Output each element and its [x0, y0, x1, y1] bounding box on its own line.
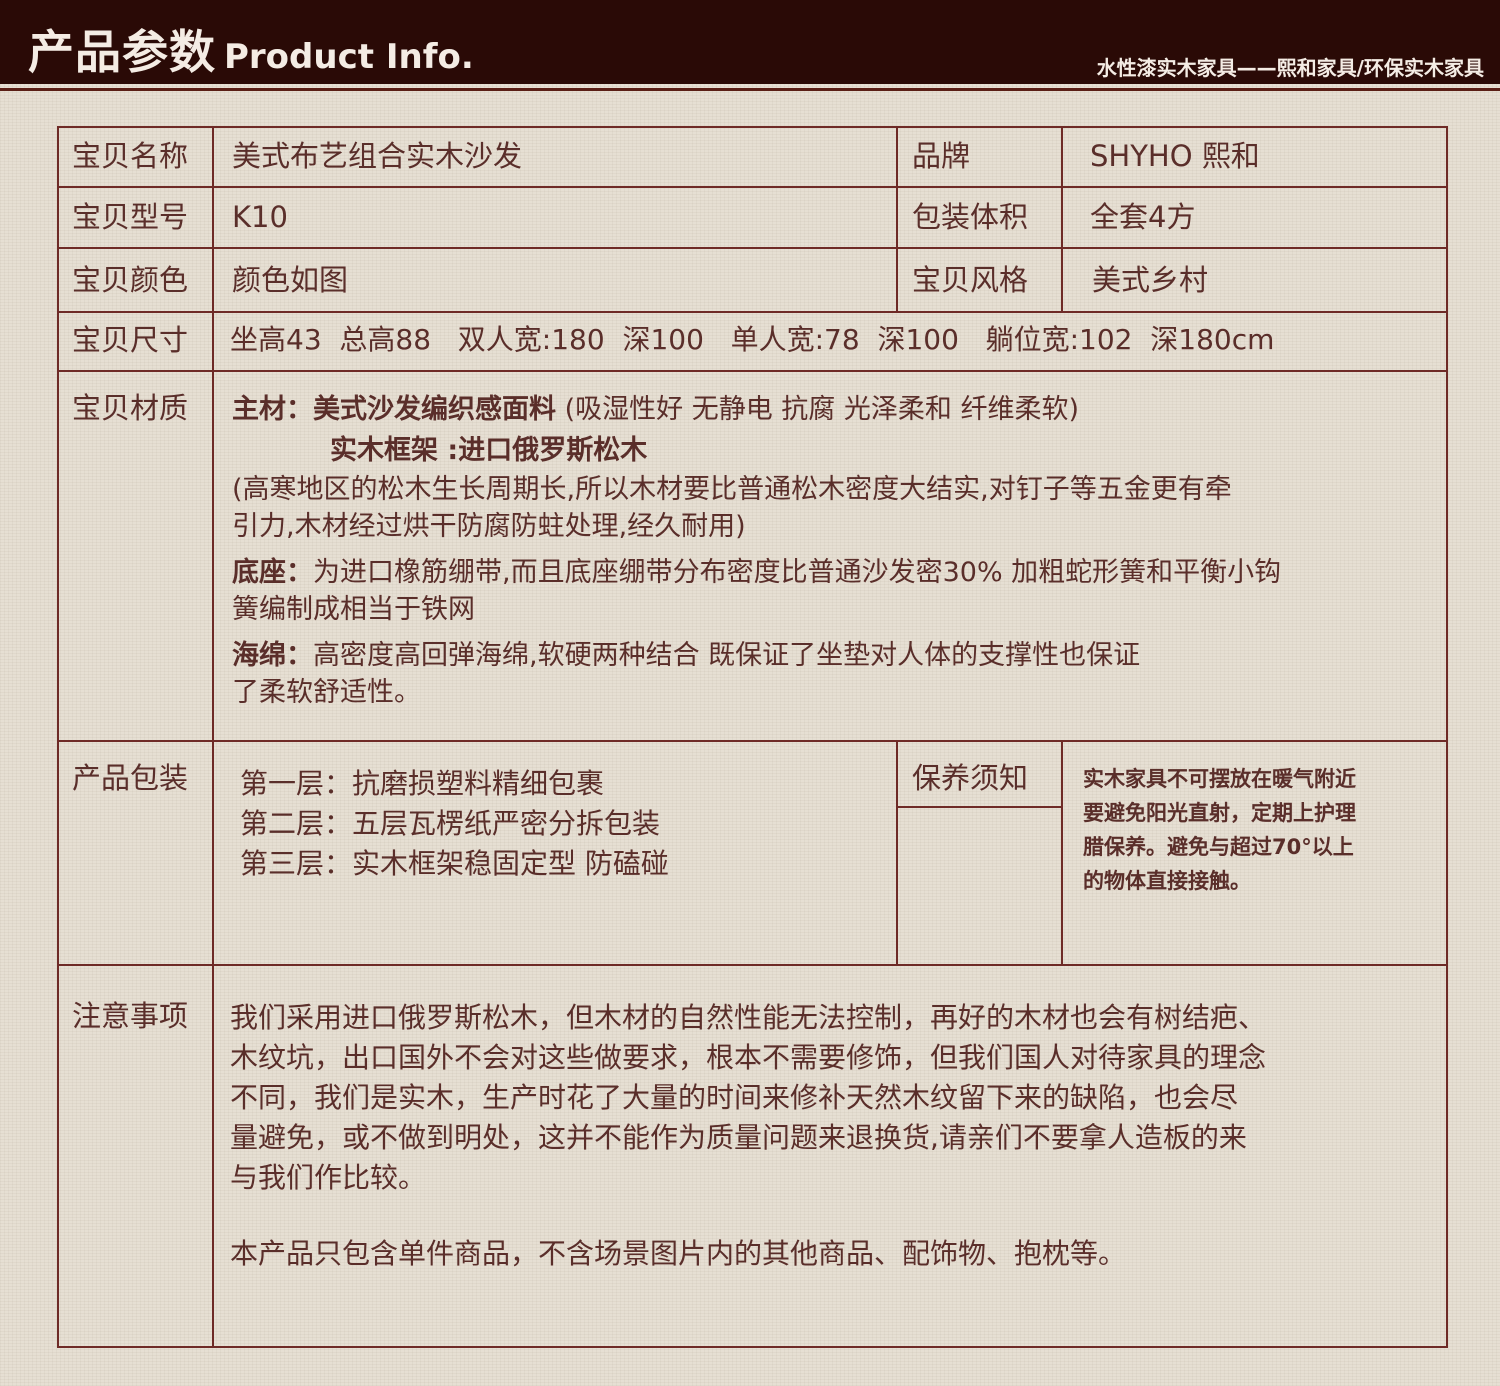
material-frame-desc-1: (高寒地区的松木生长周期长,所以木材要比普通松木密度大结实,对钉子等五金更有牵: [232, 474, 1232, 505]
care-line-1: 实木家具不可摆放在暖气附近: [1083, 767, 1356, 791]
material-sponge-title: 海绵：: [232, 640, 313, 671]
table-border: [57, 186, 1448, 188]
notice-line-2: 木纹坑，出口国外不会对这些做要求，根本不需要修饰，但我们国人对待家具的理念: [230, 1041, 1267, 1074]
material-detail: 主材：美式沙发编织感面料 (吸湿性好 无静电 抗腐 光泽柔和 纤维柔软) 实木框…: [232, 391, 1432, 711]
color-value: 颜色如图: [232, 263, 349, 297]
material-frame-desc-2: 引力,木材经过烘干防腐防蛀处理,经久耐用): [232, 511, 746, 542]
model-value: K10: [232, 200, 288, 234]
volume-value: 全套4方: [1090, 200, 1196, 234]
material-frame-title: 实木框架 :进口俄罗斯松木: [330, 435, 648, 466]
table-border: [1061, 740, 1063, 966]
size-label: 宝贝尺寸: [72, 323, 189, 357]
brand-value: SHYHO 熙和: [1090, 139, 1260, 173]
material-sponge-desc-2: 了柔软舒适性。: [232, 677, 421, 708]
table-border: [57, 370, 1448, 372]
style-value: 美式乡村: [1092, 263, 1209, 297]
style-label: 宝贝风格: [912, 263, 1029, 297]
package-line-2: 第二层：五层瓦楞纸严密分拆包装: [240, 807, 661, 840]
model-label: 宝贝型号: [72, 200, 189, 234]
table-border: [57, 126, 59, 1348]
table-border: [896, 126, 898, 312]
material-base-desc-1: 为进口橡筋绷带,而且底座绷带分布密度比普通沙发密30% 加粗蛇形簧和平衡小钩: [313, 557, 1282, 588]
package-line-1: 第一层：抗磨损塑料精细包裹: [240, 767, 605, 800]
care-line-3: 腊保养。避免与超过70°以上: [1083, 835, 1354, 859]
package-line-3: 第三层：实木框架稳固定型 防磕碰: [240, 847, 669, 880]
table-border: [897, 806, 1061, 808]
brand-label: 品牌: [912, 139, 971, 173]
table-border: [57, 311, 1448, 313]
table-border: [896, 740, 898, 966]
table-border: [57, 126, 1448, 128]
package-list: 第一层：抗磨损塑料精细包裹 第二层：五层瓦楞纸严密分拆包装 第三层：实木框架稳固…: [240, 764, 669, 884]
notice-line-1: 我们采用进口俄罗斯松木，但木材的自然性能无法控制，再好的木材也会有树结疤、: [230, 1001, 1267, 1034]
care-label: 保养须知: [912, 761, 1029, 795]
color-label: 宝贝颜色: [72, 263, 189, 297]
notice-line-5: 与我们作比较。: [230, 1161, 427, 1194]
material-base-title: 底座：: [232, 557, 313, 588]
name-value: 美式布艺组合实木沙发: [232, 139, 523, 173]
care-line-4: 的物体直接接触。: [1083, 869, 1251, 893]
notice-line-4: 量避免，或不做到明处，这并不能作为质量问题来退换货,请亲们不要拿人造板的来: [230, 1121, 1247, 1154]
table-border: [1446, 126, 1448, 1348]
table-border: [57, 740, 1448, 742]
material-main-title: 主材：美式沙发编织感面料: [232, 394, 556, 425]
table-border: [57, 1346, 1448, 1348]
volume-label: 包装体积: [912, 200, 1029, 234]
table-border: [212, 126, 214, 1348]
notice-label: 注意事项: [72, 999, 189, 1033]
table-border: [1061, 126, 1063, 312]
care-line-2: 要避免阳光直射，定期上护理: [1083, 801, 1356, 825]
size-value: 坐高43 总高88 双人宽:180 深100 单人宽:78 深100 躺位宽:1…: [230, 323, 1275, 356]
name-label: 宝贝名称: [72, 139, 189, 173]
table-border: [57, 247, 1448, 249]
material-sponge-desc-1: 高密度高回弹海绵,软硬两种结合 既保证了坐垫对人体的支撑性也保证: [313, 640, 1141, 671]
material-main-desc: (吸湿性好 无静电 抗腐 光泽柔和 纤维柔软): [556, 394, 1079, 425]
package-label: 产品包装: [72, 761, 189, 795]
material-label: 宝贝材质: [72, 391, 189, 425]
care-text: 实木家具不可摆放在暖气附近 要避免阳光直射，定期上护理 腊保养。避免与超过70°…: [1083, 762, 1433, 898]
notice-text: 我们采用进口俄罗斯松木，但木材的自然性能无法控制，再好的木材也会有树结疤、 木纹…: [230, 998, 1420, 1198]
material-base-desc-2: 簧编制成相当于铁网: [232, 594, 475, 625]
notice-extra: 本产品只包含单件商品，不含场景图片内的其他商品、配饰物、抱枕等。: [230, 1237, 1127, 1270]
notice-line-3: 不同，我们是实木，生产时花了大量的时间来修补天然木纹留下来的缺陷，也会尽: [230, 1081, 1239, 1114]
table-border: [57, 964, 1448, 966]
